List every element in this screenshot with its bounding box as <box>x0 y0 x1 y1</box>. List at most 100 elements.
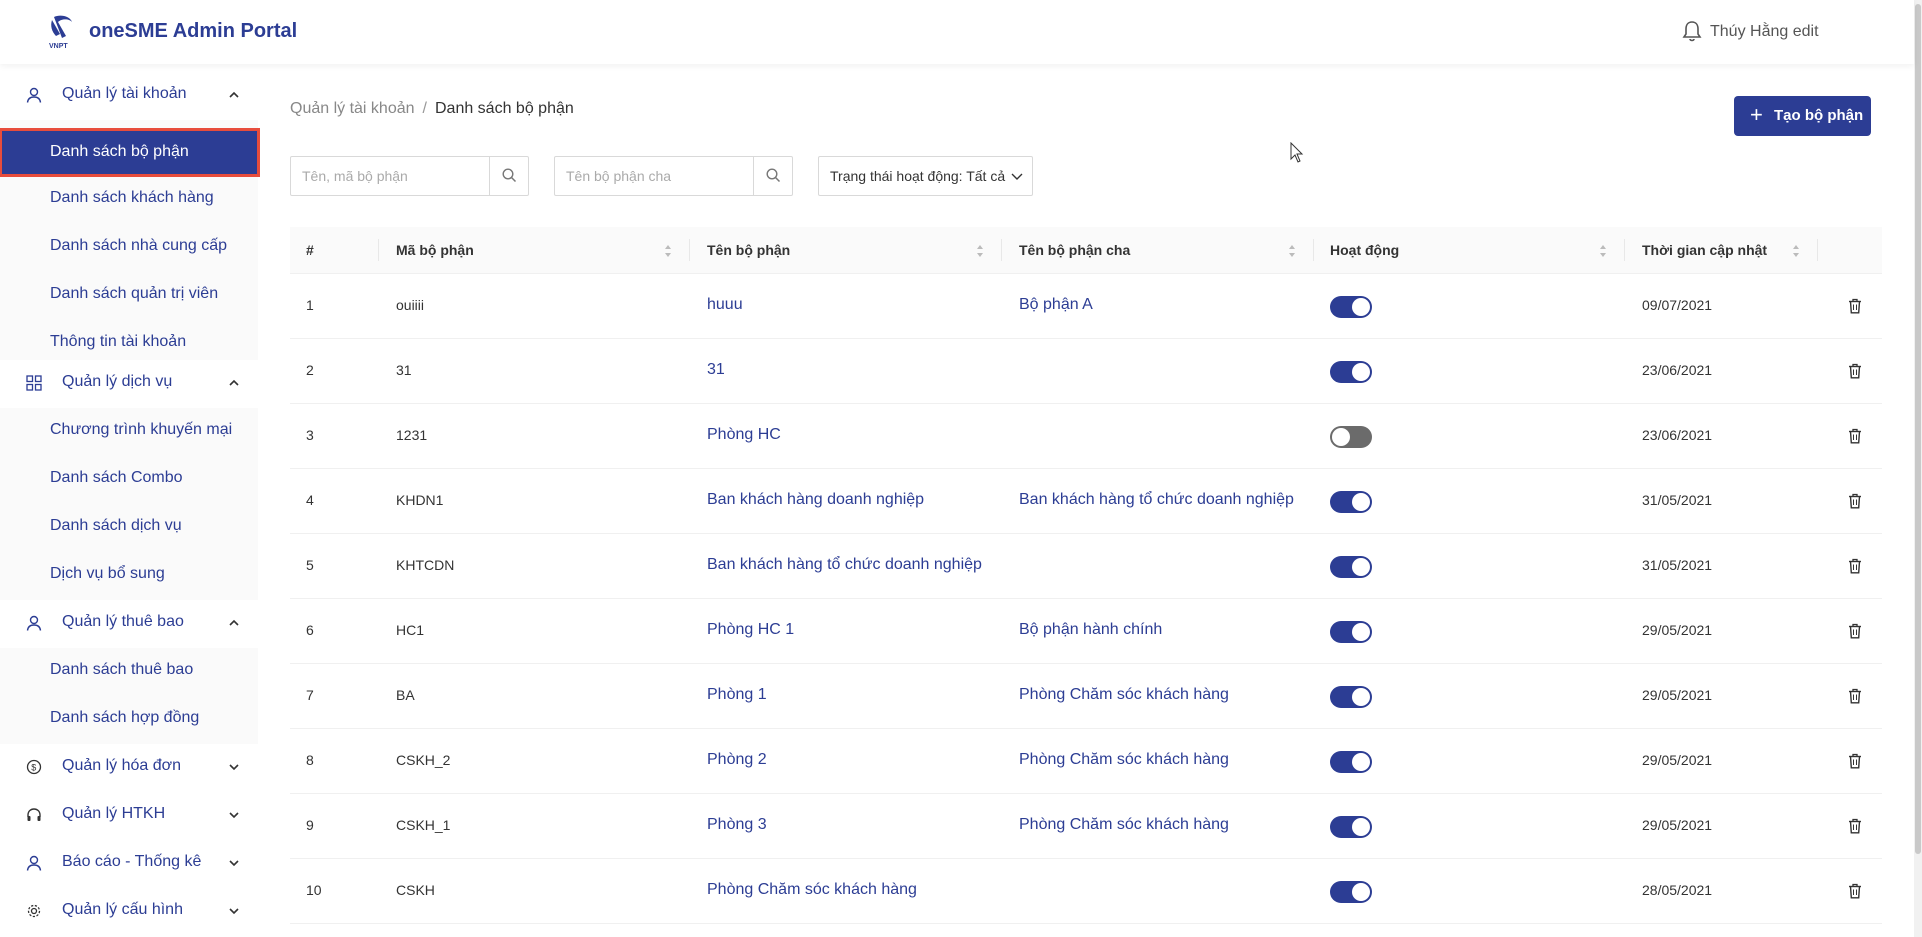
sidebar-item-suppliers[interactable]: Danh sách nhà cung cấp <box>0 224 258 272</box>
active-toggle[interactable] <box>1330 426 1372 448</box>
breadcrumb-parent[interactable]: Quản lý tài khoản <box>290 100 415 117</box>
trash-icon[interactable] <box>1848 753 1862 769</box>
trash-icon[interactable] <box>1848 688 1862 704</box>
sidebar-group-support[interactable]: Quản lý HTKH <box>0 792 258 840</box>
page-scrollbar[interactable] <box>1914 0 1922 937</box>
active-toggle[interactable] <box>1330 296 1372 318</box>
trash-icon[interactable] <box>1848 298 1862 314</box>
row-parent-link[interactable]: Bộ phận A <box>1019 296 1093 314</box>
table-row[interactable]: 8 CSKH_2 Phòng 2 Phòng Chăm sóc khách hàng 2… <box>290 729 1882 794</box>
active-toggle[interactable] <box>1330 621 1372 643</box>
active-toggle[interactable] <box>1330 881 1372 903</box>
user-icon <box>26 615 42 631</box>
table-row[interactable]: 4 KHDN1 Ban khách hàng doanh nghiệp Ban khá… <box>290 469 1882 534</box>
row-name-link[interactable]: Phòng HC 1 <box>707 621 794 639</box>
trash-icon[interactable] <box>1848 493 1862 509</box>
row-parent-link[interactable]: Ban khách hàng tổ chức doanh nghiệp <box>1019 491 1294 509</box>
column-divider <box>689 239 690 261</box>
trash-icon[interactable] <box>1848 428 1862 444</box>
create-department-button[interactable]: + Tạo bộ phận <box>1734 96 1871 136</box>
active-toggle[interactable] <box>1330 491 1372 513</box>
row-name-link[interactable]: Ban khách hàng doanh nghiệp <box>707 491 924 509</box>
search-department-input[interactable] <box>291 157 490 195</box>
table-row[interactable]: 1 ouiiii huuu Bộ phận A 09/07/2021 <box>290 274 1882 339</box>
sidebar-item-services[interactable]: Danh sách dịch vụ <box>0 504 258 552</box>
sidebar-item-label: Chương trình khuyến mại <box>50 421 233 438</box>
search-department-button[interactable] <box>489 157 528 195</box>
sidebar-group-account[interactable]: Quản lý tài khoản <box>0 72 258 120</box>
svg-text:$: $ <box>31 763 36 773</box>
trash-icon[interactable] <box>1848 883 1862 899</box>
plus-icon: + <box>1750 102 1763 127</box>
column-header-name[interactable]: Tên bộ phận <box>707 242 790 258</box>
sort-icon[interactable] <box>1288 244 1296 258</box>
active-toggle[interactable] <box>1330 816 1372 838</box>
sidebar-group-invoices[interactable]: $ Quản lý hóa đơn <box>0 744 258 792</box>
scrollbar-thumb[interactable] <box>1915 4 1921 854</box>
trash-icon[interactable] <box>1848 818 1862 834</box>
table-row[interactable]: 2 31 31 23/06/2021 <box>290 339 1882 404</box>
active-toggle[interactable] <box>1330 361 1372 383</box>
table-row[interactable]: 7 BA Phòng 1 Phòng Chăm sóc khách hàng 29/05… <box>290 664 1882 729</box>
chevron-up-icon <box>229 91 239 98</box>
row-name-link[interactable]: Phòng HC <box>707 426 781 444</box>
sort-icon[interactable] <box>664 244 672 258</box>
search-parent-button[interactable] <box>753 157 792 195</box>
row-code: 31 <box>396 362 412 378</box>
row-name-link[interactable]: Phòng 3 <box>707 816 767 834</box>
vnpt-logo[interactable]: VNPT <box>46 14 78 50</box>
row-parent-link[interactable]: Phòng Chăm sóc khách hàng <box>1019 751 1229 769</box>
sidebar-item-combos[interactable]: Danh sách Combo <box>0 456 258 504</box>
sidebar-item-customers[interactable]: Danh sách khách hàng <box>0 176 258 224</box>
sidebar-item-addons[interactable]: Dịch vụ bổ sung <box>0 552 258 600</box>
table-row[interactable]: 10 CSKH Phòng Chăm sóc khách hàng 28/05/202… <box>290 859 1882 924</box>
row-parent-link[interactable]: Phòng Chăm sóc khách hàng <box>1019 816 1229 834</box>
user-menu[interactable]: Thúy Hằng edit <box>1710 23 1819 41</box>
table-row[interactable]: 3 1231 Phòng HC 23/06/2021 <box>290 404 1882 469</box>
table-row[interactable]: 9 CSKH_1 Phòng 3 Phòng Chăm sóc khách hàng 2… <box>290 794 1882 859</box>
sort-icon[interactable] <box>1792 244 1800 258</box>
trash-icon[interactable] <box>1848 558 1862 574</box>
active-toggle[interactable] <box>1330 686 1372 708</box>
row-name-link[interactable]: huuu <box>707 296 743 314</box>
active-toggle[interactable] <box>1330 751 1372 773</box>
sort-icon[interactable] <box>1599 244 1607 258</box>
sidebar-item-admins[interactable]: Danh sách quản trị viên <box>0 272 258 320</box>
search-parent-input[interactable] <box>555 157 754 195</box>
sidebar-item-label: Danh sách Combo <box>50 469 183 486</box>
sidebar-item-departments[interactable]: Danh sách bộ phận <box>0 128 260 177</box>
row-name-link[interactable]: Ban khách hàng tổ chức doanh nghiệp <box>707 556 982 574</box>
sidebar-item-subscriptions[interactable]: Danh sách thuê bao <box>0 648 258 696</box>
sidebar-item-contracts[interactable]: Danh sách hợp đồng <box>0 696 258 744</box>
column-divider <box>1001 239 1002 261</box>
chevron-up-icon <box>229 379 239 386</box>
trash-icon[interactable] <box>1848 363 1862 379</box>
trash-icon[interactable] <box>1848 623 1862 639</box>
sidebar-group-config[interactable]: Quản lý cấu hình <box>0 888 258 936</box>
app-title[interactable]: oneSME Admin Portal <box>89 20 297 43</box>
sidebar-group-reports[interactable]: Báo cáo - Thống kê <box>0 840 258 888</box>
row-updated: 23/06/2021 <box>1642 362 1713 378</box>
row-name-link[interactable]: Phòng 2 <box>707 751 767 769</box>
row-name-link[interactable]: Phòng Chăm sóc khách hàng <box>707 881 917 899</box>
bell-icon[interactable] <box>1682 20 1702 42</box>
sidebar-group-subscriptions[interactable]: Quản lý thuê bao <box>0 600 258 648</box>
row-name-link[interactable]: 31 <box>707 361 725 379</box>
table-row[interactable]: 6 HC1 Phòng HC 1 Bộ phận hành chính 29/05/20… <box>290 599 1882 664</box>
sidebar-group-services[interactable]: Quản lý dịch vụ <box>0 360 258 408</box>
column-header-code[interactable]: Mã bộ phận <box>396 242 474 258</box>
row-parent-link[interactable]: Phòng Chăm sóc khách hàng <box>1019 686 1229 704</box>
column-header-updated[interactable]: Thời gian cập nhật <box>1642 242 1767 258</box>
status-filter-select[interactable]: Trạng thái hoạt động: Tất cả <box>818 156 1033 196</box>
row-parent-link[interactable]: Bộ phận hành chính <box>1019 621 1162 639</box>
row-code: BA <box>396 687 415 703</box>
column-header-active[interactable]: Hoạt động <box>1330 242 1399 258</box>
row-index: 8 <box>306 752 314 768</box>
sort-icon[interactable] <box>976 244 984 258</box>
sidebar-item-promotions[interactable]: Chương trình khuyến mại <box>0 408 258 456</box>
row-name-link[interactable]: Phòng 1 <box>707 686 767 704</box>
sidebar: Quản lý tài khoản Danh sách bộ phận Danh… <box>0 64 260 937</box>
column-header-parent[interactable]: Tên bộ phận cha <box>1019 242 1130 258</box>
active-toggle[interactable] <box>1330 556 1372 578</box>
table-row[interactable]: 5 KHTCDN Ban khách hàng tổ chức doanh nghi… <box>290 534 1882 599</box>
